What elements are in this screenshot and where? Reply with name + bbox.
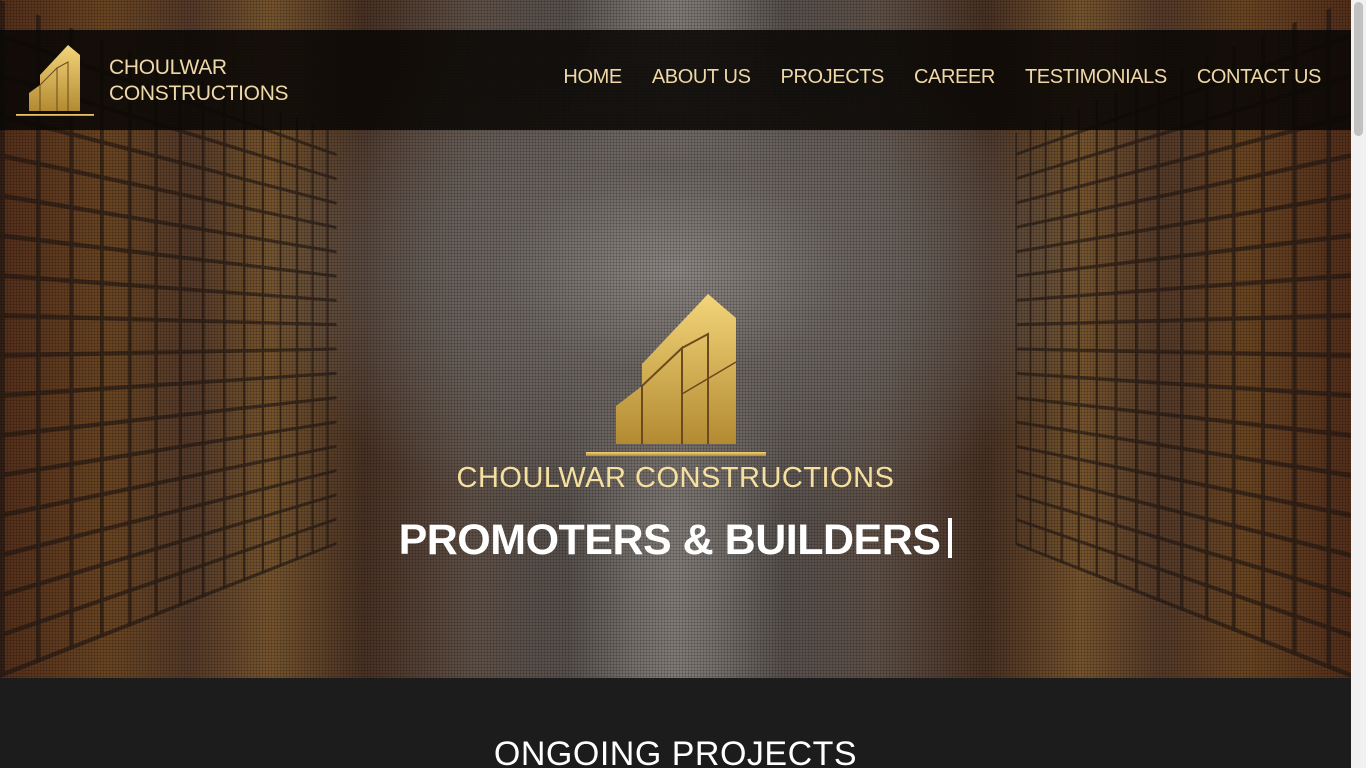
building-logo-icon — [16, 45, 94, 116]
nav-item-projects[interactable]: PROJECTS — [781, 66, 885, 89]
brand-name-line1: CHOULWAR — [109, 56, 227, 79]
page-scrollbar[interactable] — [1351, 0, 1366, 768]
hero-tagline: PROMOTERS & BUILDERS — [0, 516, 1351, 565]
building-logo-icon — [586, 294, 766, 456]
hero-company-name: CHOULWAR CONSTRUCTIONS — [456, 462, 895, 494]
nav-menu: HOME ABOUT US PROJECTS CAREER TESTIMONIA… — [563, 66, 1321, 89]
hero-tagline-text: PROMOTERS & BUILDERS — [398, 516, 941, 564]
scrollbar-thumb[interactable] — [1354, 2, 1363, 136]
page: CHOULWAR CONSTRUCTIONS PROMOTERS & BUILD… — [0, 0, 1366, 768]
projects-heading: ONGOING PROJECTS — [493, 735, 858, 768]
nav-item-testimonials[interactable]: TESTIMONIALS — [1025, 66, 1167, 89]
nav-item-contact-us[interactable]: CONTACT US — [1197, 66, 1322, 89]
navbar: CHOULWAR CONSTRUCTIONS HOME ABOUT US PRO… — [0, 30, 1351, 130]
brand-name: CHOULWAR CONSTRUCTIONS — [109, 55, 289, 107]
brand-link[interactable]: CHOULWAR CONSTRUCTIONS — [16, 45, 289, 117]
brand-name-line2: CONSTRUCTIONS — [109, 82, 289, 105]
nav-item-about-us[interactable]: ABOUT US — [652, 66, 751, 89]
nav-item-home[interactable]: HOME — [563, 66, 622, 89]
nav-item-career[interactable]: CAREER — [914, 66, 995, 89]
projects-section: ONGOING PROJECTS — [0, 678, 1351, 768]
typing-cursor — [948, 518, 953, 558]
